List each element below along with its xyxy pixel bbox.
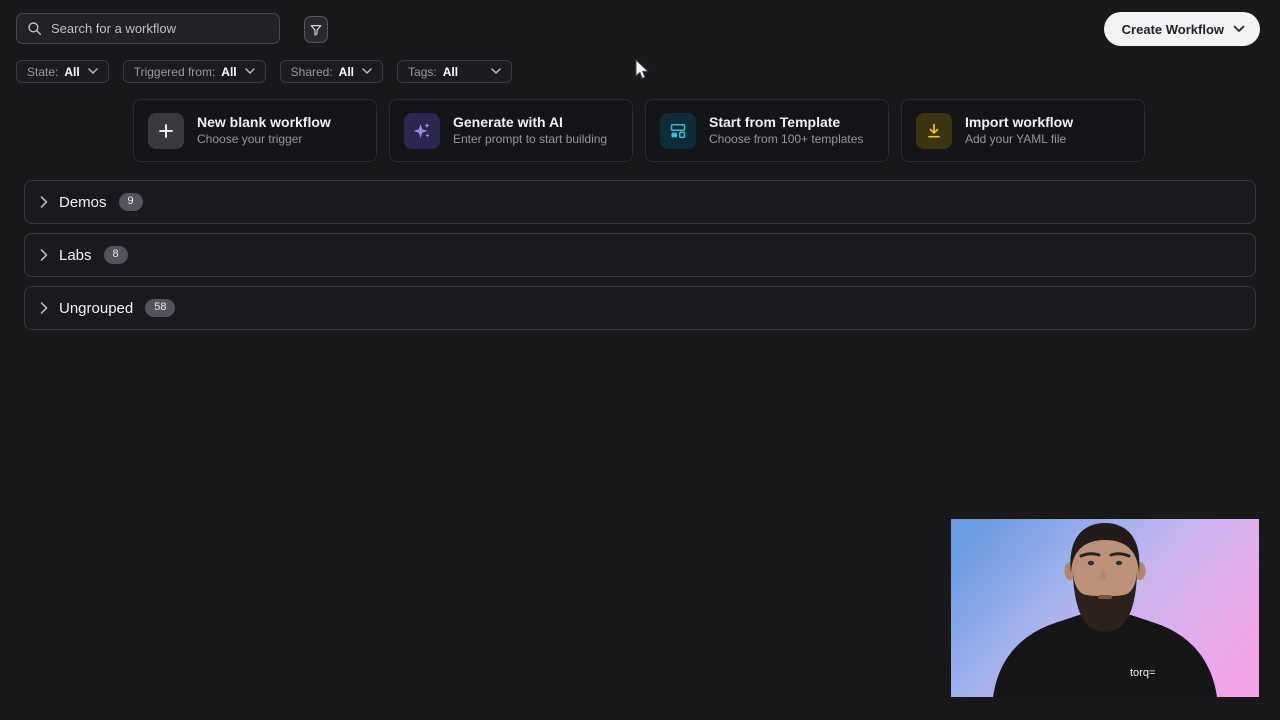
create-workflow-button[interactable]: Create Workflow xyxy=(1104,12,1260,46)
card-title: Generate with AI xyxy=(453,114,607,131)
sparkles-icon xyxy=(404,113,440,149)
shirt-logo: torq= xyxy=(1130,667,1155,679)
chevron-right-icon xyxy=(40,196,48,208)
import-workflow-card[interactable]: Import workflow Add your YAML file xyxy=(901,99,1145,162)
filter-state[interactable]: State: All xyxy=(16,60,109,83)
group-row-demos[interactable]: Demos 9 xyxy=(24,180,1256,224)
funnel-icon xyxy=(309,23,323,37)
generate-with-ai-card[interactable]: Generate with AI Enter prompt to start b… xyxy=(389,99,633,162)
new-blank-workflow-card[interactable]: New blank workflow Choose your trigger xyxy=(133,99,377,162)
chevron-down-icon xyxy=(362,68,372,75)
chevron-down-icon xyxy=(491,68,501,75)
plus-icon xyxy=(148,113,184,149)
create-workflow-label: Create Workflow xyxy=(1122,22,1224,37)
filter-button[interactable] xyxy=(304,16,328,43)
count-badge: 58 xyxy=(145,299,175,317)
group-name: Ungrouped xyxy=(59,300,133,317)
template-icon xyxy=(660,113,696,149)
presenter-illustration: torq= xyxy=(951,519,1259,697)
card-title: Import workflow xyxy=(965,114,1073,131)
card-subtitle: Enter prompt to start building xyxy=(453,132,607,147)
count-badge: 8 xyxy=(104,246,128,264)
card-title: New blank workflow xyxy=(197,114,331,131)
presenter-video-overlay[interactable]: torq= xyxy=(951,519,1259,697)
chevron-down-icon xyxy=(245,68,255,75)
filter-tags[interactable]: Tags: All xyxy=(397,60,512,83)
chevron-right-icon xyxy=(40,249,48,261)
start-from-template-card[interactable]: Start from Template Choose from 100+ tem… xyxy=(645,99,889,162)
search-input[interactable] xyxy=(51,21,269,36)
filter-bar: State: All Triggered from: All Shared: A… xyxy=(16,60,512,83)
search-input-wrapper[interactable] xyxy=(16,13,280,44)
search-icon xyxy=(27,21,42,36)
card-subtitle: Add your YAML file xyxy=(965,132,1073,147)
download-icon xyxy=(916,113,952,149)
group-name: Labs xyxy=(59,247,92,264)
filter-triggered-from[interactable]: Triggered from: All xyxy=(123,60,266,83)
card-title: Start from Template xyxy=(709,114,863,131)
mouse-cursor xyxy=(634,59,650,81)
filter-shared[interactable]: Shared: All xyxy=(280,60,383,83)
group-name: Demos xyxy=(59,194,107,211)
action-card-row: New blank workflow Choose your trigger G… xyxy=(133,99,1145,162)
chevron-down-icon xyxy=(1233,25,1245,33)
card-subtitle: Choose your trigger xyxy=(197,132,331,147)
chevron-right-icon xyxy=(40,302,48,314)
group-row-ungrouped[interactable]: Ungrouped 58 xyxy=(24,286,1256,330)
count-badge: 9 xyxy=(119,193,143,211)
card-subtitle: Choose from 100+ templates xyxy=(709,132,863,147)
group-row-labs[interactable]: Labs 8 xyxy=(24,233,1256,277)
chevron-down-icon xyxy=(88,68,98,75)
